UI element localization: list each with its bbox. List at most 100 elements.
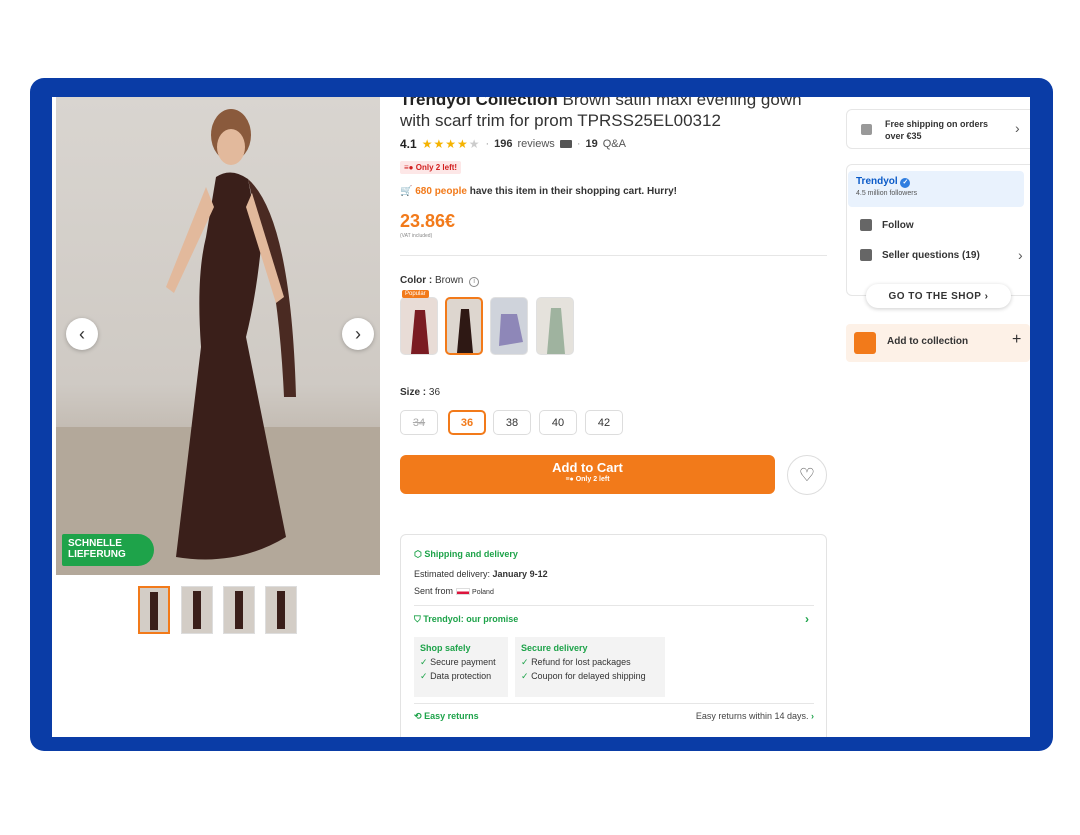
secure-delivery-title: Secure delivery (521, 643, 588, 653)
thumbnail-3[interactable] (223, 586, 255, 634)
product-brand[interactable]: Trendyol Collection (400, 97, 558, 109)
data-protection: Data protection (430, 671, 492, 681)
heart-icon: ♡ (798, 464, 816, 485)
rating-row: 4.1 ★★★★★ · 196 reviews · 19 Q&A (400, 137, 626, 151)
size-option-38[interactable]: 38 (493, 410, 531, 435)
add-to-cart-label: Add to Cart (552, 460, 623, 475)
size-option-40[interactable]: 40 (539, 410, 577, 435)
cart-people-notice: 🛒 680 people have this item in their sho… (400, 186, 677, 197)
shop-safely-box: Shop safely ✓ Secure payment ✓ Data prot… (414, 637, 508, 697)
package-icon (861, 124, 872, 135)
thumbnail-4[interactable] (265, 586, 297, 634)
promise-title: Trendyol: our promise (423, 614, 519, 624)
follow-row[interactable]: Follow (860, 219, 914, 231)
color-swatch-brown[interactable] (445, 297, 483, 355)
estimated-label: Estimated delivery: (414, 569, 491, 579)
promise-row[interactable]: ⛉ Trendyol: our promise (414, 614, 518, 625)
size-42-label: 42 (597, 416, 611, 429)
vat-note: (VAT included) (400, 233, 433, 239)
main-product-image[interactable]: ‹ › SCHNELLE LIEFERUNG (56, 97, 380, 575)
divider (414, 703, 814, 704)
favorite-button[interactable]: ♡ (787, 455, 827, 495)
size-option-36[interactable]: 36 (448, 410, 486, 435)
add-to-collection-label: Add to collection (887, 336, 969, 347)
size-36-label: 36 (460, 416, 474, 429)
thumbnail-1[interactable] (138, 586, 170, 634)
camera-icon (559, 140, 572, 148)
color-label-key: Color : (400, 275, 433, 286)
divider (414, 605, 814, 606)
store-icon (860, 219, 872, 231)
return-icon: ⟲ (414, 711, 422, 721)
divider (400, 255, 827, 256)
rating-value: 4.1 (400, 137, 417, 151)
reviews-count[interactable]: 196 (494, 138, 512, 150)
shield-icon: ⛉ (414, 614, 421, 624)
qa-count[interactable]: 19 (585, 138, 597, 150)
shipping-title-text: Shipping and delivery (424, 549, 518, 559)
size-value: 36 (428, 387, 441, 398)
shipping-title: ⬡ Shipping and delivery (414, 549, 518, 560)
star-rating-icon: ★★★★★ (421, 137, 481, 151)
size-38-label: 38 (505, 416, 519, 429)
thumbnail-2[interactable] (181, 586, 213, 634)
chat-icon (860, 249, 872, 261)
chevron-right-icon: › (355, 323, 361, 344)
seller-followers: 4.5 million followers (856, 190, 918, 197)
add-to-cart-sub: Only 2 left (575, 476, 610, 483)
easy-returns-row[interactable]: ⟲ Easy returns (414, 711, 479, 722)
size-label-key: Size : (400, 387, 427, 398)
color-swatch-sage[interactable] (536, 297, 574, 355)
check-icon: ✓ (420, 671, 428, 681)
seller-name-row: Trendyol ✓ (856, 176, 1016, 188)
chevron-right-icon[interactable]: › (805, 612, 809, 626)
size-option-34[interactable]: 34 (400, 410, 438, 435)
add-to-collection-row[interactable]: Add to collection + (846, 324, 1030, 362)
color-label: Color : Brown i (400, 275, 480, 287)
size-label: Size : 36 (400, 387, 440, 398)
size-34-label: 34 (412, 416, 426, 429)
add-to-cart-button[interactable]: Add to Cart ≡● Only 2 left (400, 455, 775, 494)
prev-image-button[interactable]: ‹ (66, 318, 98, 350)
free-shipping-text: Free shipping on orders over €35 (885, 119, 989, 141)
follow-label: Follow (882, 219, 914, 231)
fast-delivery-line1: SCHNELLE (68, 538, 122, 549)
sent-from-value: Poland (472, 589, 494, 596)
bookmark-icon (854, 332, 876, 354)
next-image-button[interactable]: › (342, 318, 374, 350)
chevron-left-icon: ‹ (79, 323, 85, 344)
stock-badge: ≡● Only 2 left! (400, 161, 462, 174)
check-icon: ✓ (521, 657, 529, 667)
product-page: ‹ › SCHNELLE LIEFERUNG Trendyol Collecti… (52, 97, 1030, 737)
seller-name-box[interactable]: Trendyol ✓ 4.5 million followers (848, 171, 1024, 207)
easy-returns-detail-text: Easy returns within 14 days. (695, 711, 809, 721)
price: 23.86€ (400, 211, 456, 231)
seller-name: Trendyol (856, 176, 898, 187)
sent-from-label: Sent from (414, 586, 454, 596)
color-value: Brown (435, 275, 464, 286)
reviews-label[interactable]: reviews (518, 138, 555, 150)
clock-icon: ≡● (404, 163, 414, 172)
coupon-delay: Coupon for delayed shipping (531, 671, 646, 681)
sent-from: Sent from Poland (414, 586, 494, 596)
color-swatch-lilac[interactable] (490, 297, 528, 355)
chevron-right-icon[interactable]: › (1018, 247, 1023, 263)
box-icon: ⬡ (414, 549, 422, 559)
info-icon[interactable]: i (469, 277, 480, 287)
go-to-shop-button[interactable]: GO TO THE SHOP › (866, 284, 1011, 308)
qa-label[interactable]: Q&A (603, 138, 626, 150)
verified-icon: ✓ (900, 178, 911, 188)
easy-returns-title: Easy returns (424, 711, 479, 721)
secure-delivery-box: Secure delivery ✓ Refund for lost packag… (515, 637, 665, 697)
fast-delivery-line2: LIEFERUNG (68, 549, 126, 560)
free-shipping-card[interactable]: Free shipping on orders over €35 › (846, 109, 1030, 149)
shop-safely-title: Shop safely (420, 643, 471, 653)
color-swatch-red[interactable] (400, 297, 438, 355)
easy-returns-detail[interactable]: Easy returns within 14 days. › (696, 711, 814, 721)
seller-questions-row[interactable]: Seller questions (19) (860, 249, 980, 261)
check-icon: ✓ (420, 657, 428, 667)
size-option-42[interactable]: 42 (585, 410, 623, 435)
cart-people-count: 680 people (415, 186, 467, 197)
stock-badge-text: Only 2 left! (415, 163, 458, 172)
dress-photo (56, 109, 380, 575)
